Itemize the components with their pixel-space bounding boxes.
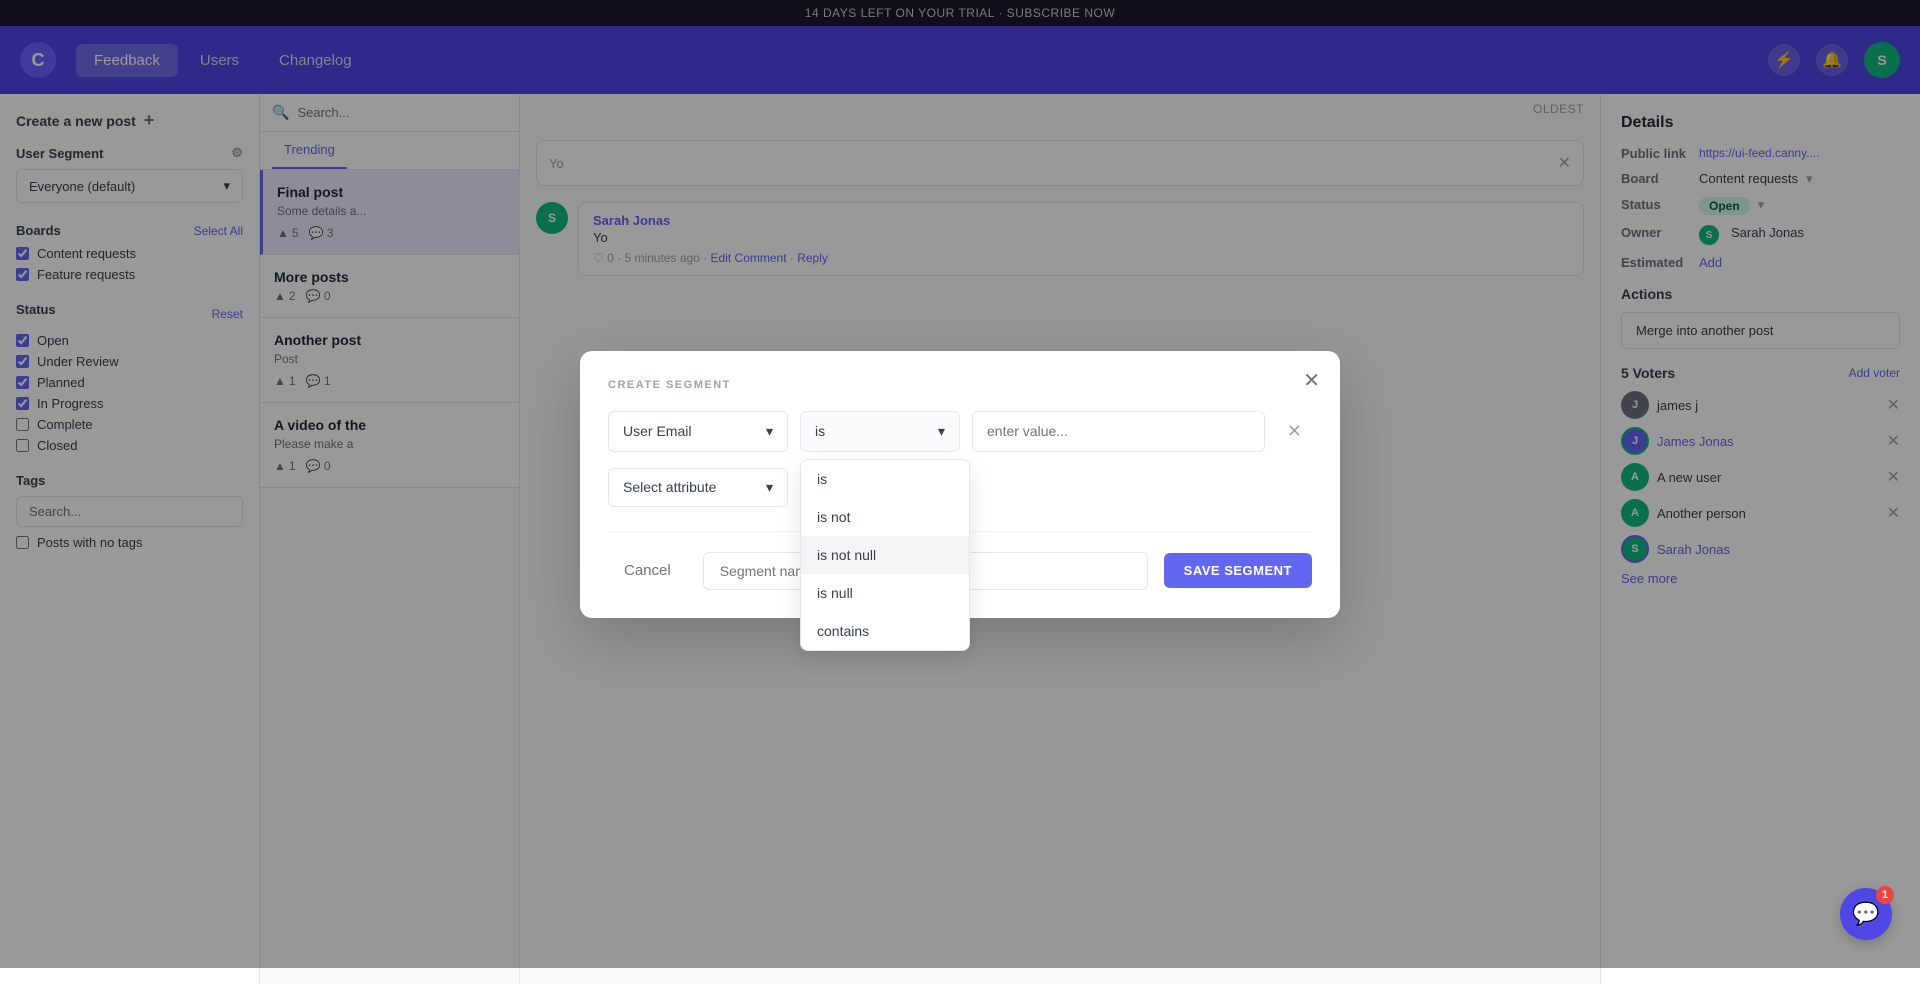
- attribute-label: User Email: [623, 423, 691, 439]
- attribute-chevron-icon: ▾: [766, 423, 773, 440]
- chat-bubble[interactable]: 💬 1: [1840, 888, 1892, 940]
- option-is-null[interactable]: is null: [801, 574, 969, 612]
- create-segment-modal: CREATE SEGMENT ✕ User Email ▾ is ▾ ✕ is …: [580, 351, 1340, 618]
- modal-title: CREATE SEGMENT: [608, 379, 1312, 391]
- cancel-button[interactable]: Cancel: [608, 554, 687, 587]
- modal-row-1: User Email ▾ is ▾ ✕ is is not is not nul…: [608, 411, 1312, 452]
- option-is[interactable]: is: [801, 460, 969, 498]
- condition-chevron-icon: ▾: [938, 423, 945, 440]
- condition-dropdown-menu: is is not is not null is null contains: [800, 459, 970, 651]
- condition-label: is: [815, 423, 825, 439]
- second-chevron-icon: ▾: [766, 479, 773, 496]
- option-is-not-null[interactable]: is not null: [801, 536, 969, 574]
- save-segment-button[interactable]: SAVE SEGMENT: [1164, 553, 1312, 588]
- second-attribute-dropdown[interactable]: Select attribute ▾: [608, 468, 788, 507]
- attribute-dropdown[interactable]: User Email ▾: [608, 411, 788, 452]
- modal-overlay: CREATE SEGMENT ✕ User Email ▾ is ▾ ✕ is …: [0, 0, 1920, 968]
- second-attribute-label: Select attribute: [623, 479, 716, 495]
- chat-badge: 1: [1876, 886, 1894, 904]
- chat-icon: 💬: [1852, 901, 1879, 927]
- clear-row-button[interactable]: ✕: [1277, 411, 1312, 452]
- modal-close-button[interactable]: ✕: [1303, 371, 1320, 391]
- condition-dropdown[interactable]: is ▾: [800, 411, 960, 452]
- value-input[interactable]: [972, 411, 1265, 452]
- option-is-not[interactable]: is not: [801, 498, 969, 536]
- option-contains[interactable]: contains: [801, 612, 969, 650]
